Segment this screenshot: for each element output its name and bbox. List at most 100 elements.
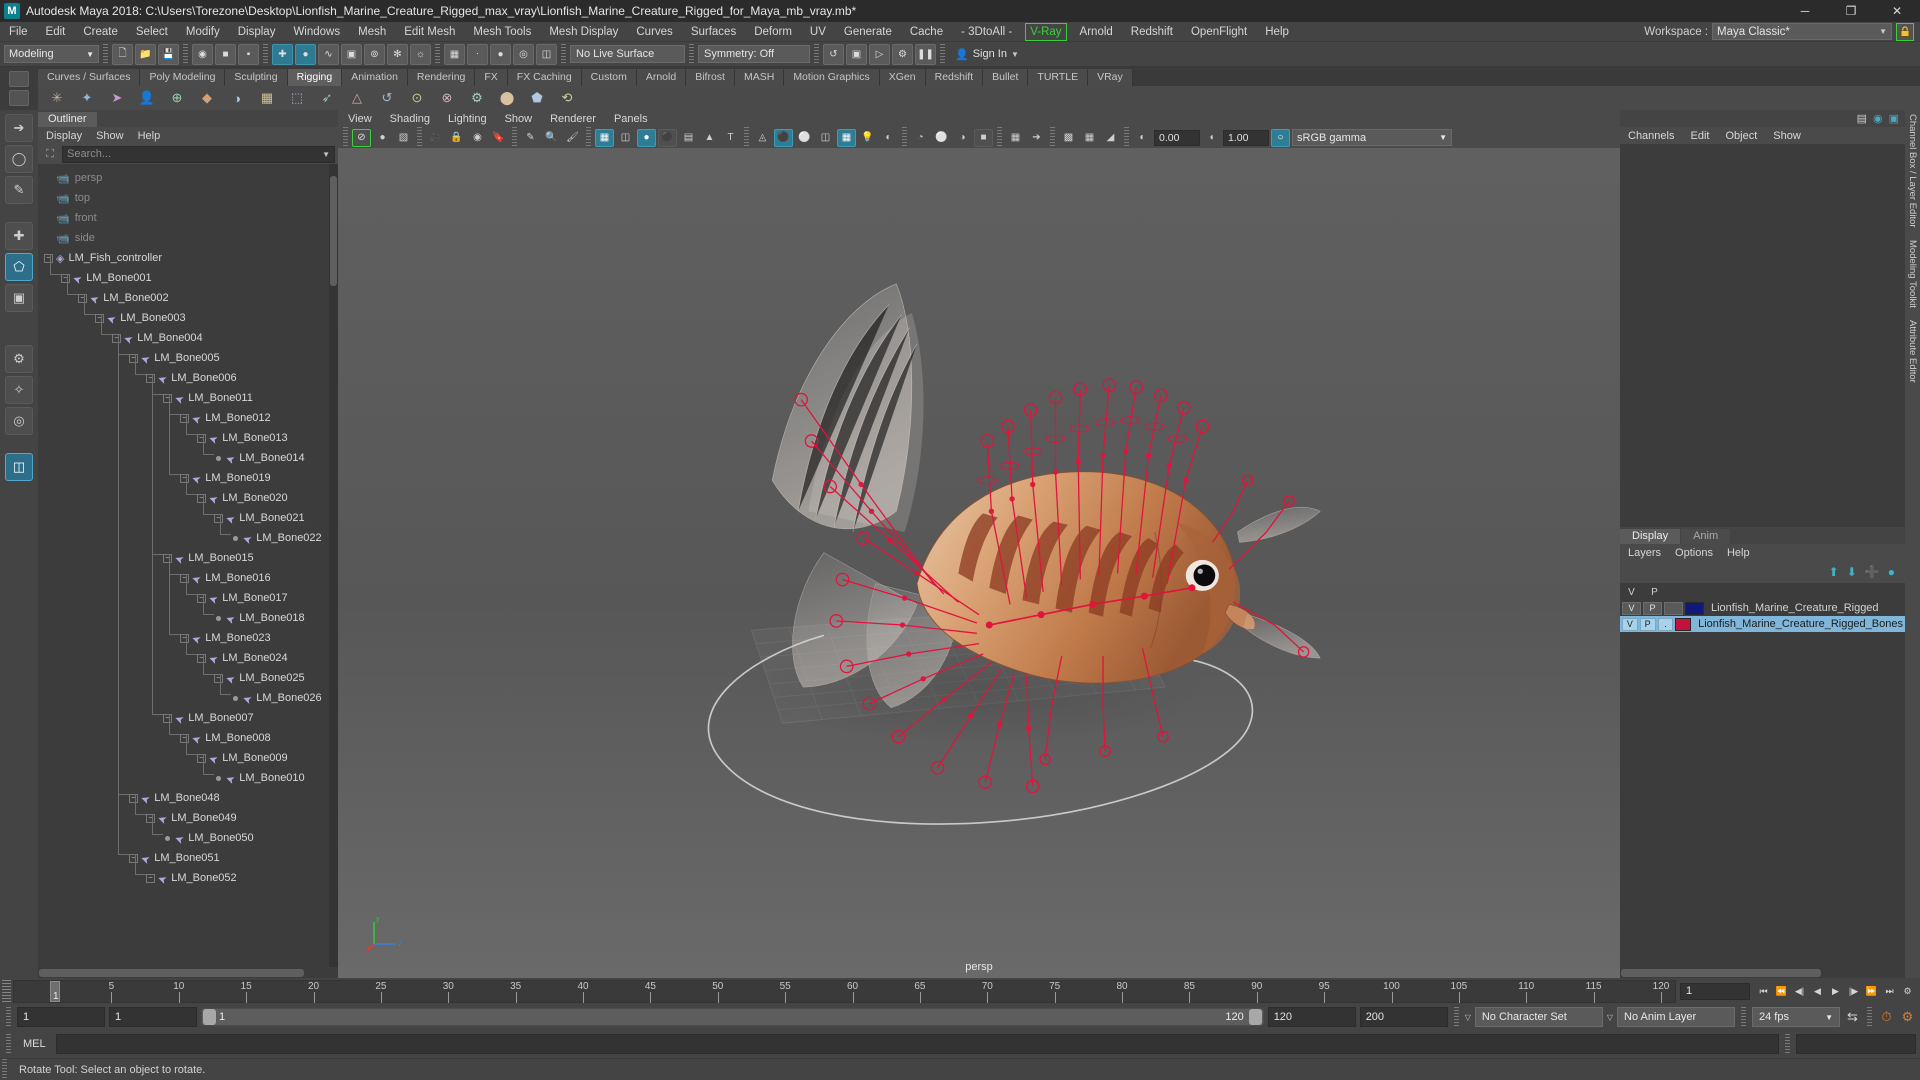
anim-layer-field[interactable]: No Anim Layer [1617,1007,1735,1027]
outliner-item[interactable]: ➤ LM_Bone010 [38,768,338,788]
bookmark-icon[interactable]: ● [373,129,392,147]
step-forward-frame-icon[interactable]: |▶ [1845,983,1862,1000]
anim-layer-dropdown-arrow-icon[interactable]: ▽ [1607,1013,1613,1022]
playback-start-time-field[interactable]: 1 [109,1007,197,1027]
outliner-item[interactable]: − ➤ LM_Bone009 [38,748,338,768]
workspace-selector[interactable]: Maya Classic* ▼ [1712,23,1892,40]
display-layer-row[interactable]: V P. Lionfish_Marine_Creature_Rigged_Bones [1620,616,1905,632]
outliner-horizontal-scrollbar[interactable] [38,967,338,978]
exposure-value-field[interactable]: 0.00 [1154,129,1200,146]
range-slider-right-grip[interactable] [1248,1009,1262,1025]
auto-keyframe-icon[interactable]: ⏱ [1878,1009,1895,1026]
outliner-item[interactable]: − ➤ LM_Bone016 [38,568,338,588]
expand-collapse-icon[interactable]: − [180,573,189,583]
expand-collapse-icon[interactable]: − [180,733,189,743]
toolbar-grip[interactable] [744,127,749,148]
select-deformers-mask-button[interactable]: ⊚ [364,43,385,65]
layer-menu-options[interactable]: Options [1675,547,1713,559]
layer-display-type-toggle[interactable]: . [1664,601,1683,615]
shelf-options-menu-button[interactable] [9,90,29,107]
animation-end-time-field[interactable]: 200 [1359,1007,1448,1027]
select-joints-mask-button[interactable]: ● [295,43,316,65]
make-live-field[interactable]: No Live Surface [570,45,685,63]
grease-pencil-icon[interactable]: ✎ [521,129,540,147]
channelbox-menu-channels[interactable]: Channels [1628,130,1674,142]
render-current-frame-button[interactable]: ▣ [846,43,867,65]
shelf-tab-bullet[interactable]: Bullet [983,69,1029,86]
toolbar-grip[interactable] [103,43,108,65]
gamma-value-field[interactable]: 1.00 [1223,129,1269,146]
menu-edit[interactable]: Edit [37,22,75,42]
channelbox-menu-edit[interactable]: Edit [1690,130,1709,142]
shelf-tab-turtle[interactable]: TURTLE [1028,69,1089,86]
current-time-indicator[interactable]: 1 [50,980,60,1002]
toolbar-grip[interactable] [6,1006,11,1028]
isolate-select-icon[interactable]: ▦ [1006,129,1025,147]
outliner-item[interactable]: − ➤ LM_Bone049 [38,808,338,828]
scale-tool-icon[interactable]: ▣ [5,284,33,312]
lock-camera-icon[interactable]: 🔒 [447,129,466,147]
layer-menu-help[interactable]: Help [1727,547,1750,559]
menu-uv[interactable]: UV [801,22,835,42]
outliner-tab[interactable]: Outliner [38,112,97,127]
sign-in-button[interactable]: 👤 Sign In ▼ [949,44,1025,64]
perspective-viewport[interactable]: y z x persp [338,148,1620,978]
shelf-tab-bifrost[interactable]: Bifrost [686,69,735,86]
outliner-vertical-scrollbar[interactable] [329,164,338,967]
toolbar-grip[interactable] [689,43,694,65]
character-set-field[interactable]: No Character Set [1474,1007,1603,1027]
menu-mesh-tools[interactable]: Mesh Tools [464,22,540,42]
move-layer-up-icon[interactable]: ⬆ [1829,565,1839,579]
layer-tab-display[interactable]: Display [1620,529,1681,544]
exposure-icon[interactable]: ◐ [1133,129,1152,147]
symmetry-field[interactable]: Symmetry: Off [698,45,810,63]
paint-select-tool-icon[interactable]: ✎ [5,176,33,204]
outliner-menu-show[interactable]: Show [96,130,124,142]
lasso-select-tool-icon[interactable]: ◯ [5,145,33,173]
lock-icon[interactable] [1896,22,1914,41]
step-back-frame-icon[interactable]: ◀| [1791,983,1808,1000]
play-forwards-icon[interactable]: ▶ [1827,983,1844,1000]
ipr-render-button[interactable]: ▷ [869,43,890,65]
outliner-item[interactable]: − ➤ LM_Bone006 [38,368,338,388]
toolbar-grip[interactable] [417,127,422,148]
layer-playback-toggle[interactable]: P [1643,601,1662,615]
shelf-tab-mash[interactable]: MASH [734,69,785,86]
shelf-icon-10[interactable]: ➶ [314,86,340,110]
shelf-tab-vray[interactable]: VRay [1088,69,1133,86]
viewport-menu-view[interactable]: View [348,113,372,125]
outliner-item[interactable]: ➤ LM_Bone022 [38,528,338,548]
outliner-item[interactable]: ➤ LM_Bone026 [38,688,338,708]
playback-speed-selector[interactable]: 24 fps ▼ [1752,1007,1840,1027]
camera-attributes-icon[interactable]: 🎥 [426,129,445,147]
animation-start-time-field[interactable]: 1 [17,1007,105,1027]
outliner-item[interactable]: 📹 persp [38,168,338,188]
outliner-item[interactable]: − ➤ LM_Bone025 [38,668,338,688]
channel-box-toggle-icon[interactable]: ◉ [1873,112,1883,125]
tab-attribute-editor[interactable]: Attribute Editor [1907,320,1918,383]
shelf-icon-12[interactable]: ↺ [374,86,400,110]
outliner-item[interactable]: − ➤ LM_Bone021 [38,508,338,528]
color-profile-selector[interactable]: sRGB gamma ▼ [1292,129,1452,146]
expand-collapse-icon[interactable]: − [146,813,155,823]
outliner-item[interactable]: − ➤ LM_Bone023 [38,628,338,648]
shelf-tab-poly-modeling[interactable]: Poly Modeling [140,69,226,86]
current-frame-field[interactable]: 1 [1680,982,1750,1000]
snap-to-point-button[interactable]: ● [490,43,511,65]
bounding-box-icon[interactable]: ◫ [816,129,835,147]
shelf-tab-rendering[interactable]: Rendering [407,69,476,86]
shelf-icon-11[interactable]: △ [344,86,370,110]
outliner-item[interactable]: ➤ LM_Bone014 [38,448,338,468]
layer-tab-anim[interactable]: Anim [1681,529,1731,544]
save-scene-button[interactable]: 💾 [158,43,179,65]
toolbar-grip[interactable] [1785,1033,1790,1055]
open-scene-button[interactable]: 📁 [135,43,156,65]
toolbar-grip[interactable] [183,43,188,65]
depth-of-field-icon[interactable]: ■ [974,128,993,147]
soft-modification-tool-icon[interactable]: ✧ [5,376,33,404]
display-layer-list[interactable]: VPVP.Lionfish_Marine_Creature_RiggedVP.L… [1620,583,1905,967]
channelbox-menu-object[interactable]: Object [1725,130,1757,142]
new-scene-button[interactable]: 🗋 [112,43,133,65]
outliner-item[interactable]: 📹 side [38,228,338,248]
menu-edit-mesh[interactable]: Edit Mesh [395,22,464,42]
